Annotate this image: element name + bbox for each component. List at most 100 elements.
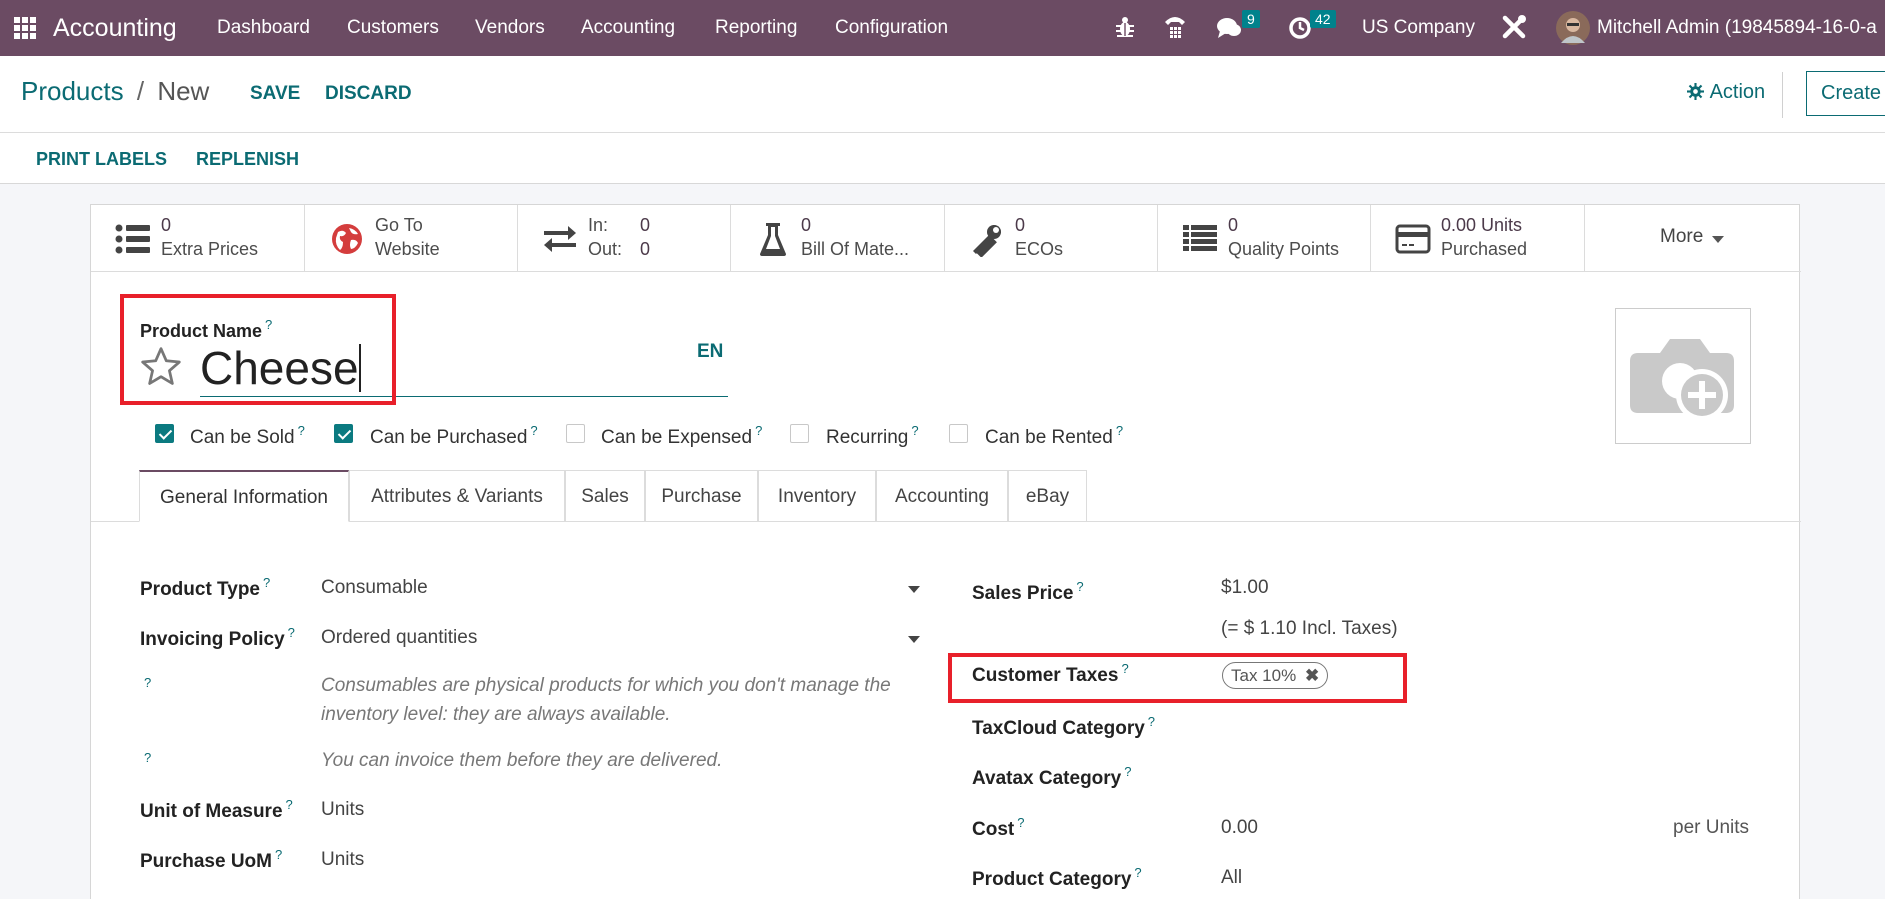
can-be-rented-label: Can be Rented? — [985, 423, 1124, 448]
save-button[interactable]: SAVE — [250, 83, 300, 105]
product-image-upload[interactable] — [1615, 308, 1751, 444]
more-dropdown[interactable]: More — [1585, 205, 1801, 272]
highlight-box-customer-taxes — [948, 653, 1407, 703]
messages-icon[interactable] — [1216, 16, 1242, 40]
invoicing-policy-select[interactable]: Ordered quantities — [321, 627, 921, 653]
flask-icon — [759, 223, 795, 256]
extra-prices-label: Extra Prices — [161, 239, 259, 259]
user-menu-name[interactable]: Mitchell Admin (19845894-16-0-a — [1597, 0, 1877, 56]
extra-prices-button[interactable]: 0 Extra Prices — [91, 205, 305, 272]
app-brand[interactable]: Accounting — [53, 0, 177, 56]
action-label: Action — [1709, 81, 1766, 103]
menu-dashboard[interactable]: Dashboard — [217, 0, 310, 56]
tab-accounting[interactable]: Accounting — [876, 470, 1008, 521]
ecos-label: ECOs — [1015, 239, 1064, 259]
unit-of-measure-field[interactable]: Units — [321, 799, 364, 821]
sales-price-label: Sales Price? — [972, 579, 1084, 604]
go-to-website-button[interactable]: Go To Website — [305, 205, 518, 272]
list-icon — [115, 223, 151, 255]
tab-sales[interactable]: Sales — [565, 470, 645, 521]
quality-points-button[interactable]: 0 Quality Points — [1158, 205, 1371, 272]
out-label: Out: — [588, 239, 623, 259]
create-button[interactable]: Create — [1806, 71, 1885, 116]
debug-bug-icon[interactable] — [1116, 15, 1134, 39]
breadcrumb-products[interactable]: Products — [21, 76, 124, 106]
product-category-field[interactable]: All — [1221, 867, 1242, 889]
product-type-help-line1: Consumables are physical products for wh… — [321, 675, 891, 696]
tab-purchase[interactable]: Purchase — [645, 470, 758, 521]
tab-general-information[interactable]: General Information — [139, 470, 349, 522]
globe-icon — [331, 223, 367, 255]
invoicing-policy-label: Invoicing Policy? — [140, 625, 295, 650]
tab-attributes-variants[interactable]: Attributes & Variants — [349, 470, 565, 521]
unit-of-measure-label: Unit of Measure? — [140, 797, 293, 822]
phone-icon[interactable] — [1163, 14, 1187, 40]
apps-menu-icon[interactable] — [14, 17, 36, 39]
caret-down-icon — [908, 636, 920, 643]
cost-field[interactable]: 0.00 — [1221, 817, 1258, 839]
can-be-sold-label: Can be Sold? — [190, 423, 305, 448]
can-be-sold-checkbox[interactable] — [155, 424, 174, 443]
activities-clock-icon[interactable] — [1288, 16, 1312, 40]
product-type-help-line2: inventory level: they are always availab… — [321, 704, 671, 725]
can-be-purchased-label: Can be Purchased? — [370, 423, 538, 448]
tab-ebay[interactable]: eBay — [1008, 470, 1087, 521]
more-label: More — [1660, 226, 1704, 247]
extra-prices-count: 0 — [161, 215, 172, 235]
tab-inventory[interactable]: Inventory — [758, 470, 876, 521]
in-out-button[interactable]: In: 0 Out: 0 — [518, 205, 731, 272]
top-navbar: Accounting Dashboard Customers Vendors A… — [0, 0, 1885, 56]
language-button[interactable]: EN — [697, 341, 723, 363]
user-avatar[interactable] — [1556, 11, 1590, 45]
in-count: 0 — [640, 215, 651, 235]
can-be-expensed-checkbox[interactable] — [566, 424, 585, 443]
product-type-label: Product Type? — [140, 575, 271, 600]
replenish-button[interactable]: REPLENISH — [196, 149, 299, 170]
can-be-purchased-checkbox[interactable] — [334, 424, 353, 443]
purchase-uom-field[interactable]: Units — [321, 849, 364, 871]
print-labels-button[interactable]: PRINT LABELS — [36, 149, 167, 170]
purchased-count: 0.00 Units — [1441, 215, 1523, 235]
company-switcher[interactable]: US Company — [1362, 0, 1475, 56]
out-count: 0 — [640, 239, 651, 259]
avatax-category-field[interactable] — [1221, 760, 1721, 790]
credit-card-icon — [1395, 223, 1431, 255]
quality-points-label: Quality Points — [1228, 239, 1340, 259]
recurring-checkbox[interactable] — [790, 424, 809, 443]
bom-label: Bill Of Mate... — [801, 239, 910, 259]
cost-unit: per Units — [1673, 817, 1750, 838]
can-be-expensed-label: Can be Expensed? — [601, 423, 763, 448]
recurring-label: Recurring? — [826, 423, 919, 448]
quality-points-count: 0 — [1228, 215, 1239, 235]
activities-count-badge: 42 — [1310, 10, 1336, 28]
help-tooltip[interactable]: ? — [144, 750, 151, 765]
discard-button[interactable]: DISCARD — [325, 83, 412, 105]
action-dropdown[interactable]: Action — [1687, 81, 1765, 106]
caret-down-icon — [908, 586, 920, 593]
smart-buttons-box: 0 Extra Prices Go To Website In: 0 Out: … — [91, 205, 1801, 272]
sales-price-field[interactable]: $1.00 — [1221, 577, 1269, 599]
wrench-icon — [969, 223, 1005, 258]
highlight-box-product-name — [120, 294, 396, 405]
settings-tools-icon[interactable] — [1500, 13, 1528, 41]
menu-accounting[interactable]: Accounting — [581, 0, 675, 56]
menu-configuration[interactable]: Configuration — [835, 0, 948, 56]
go-to-label: Go To — [375, 215, 423, 235]
breadcrumb: Products / New — [21, 76, 209, 107]
ecos-button[interactable]: 0 ECOs — [945, 205, 1158, 272]
price-incl-taxes: (= $ 1.10 Incl. Taxes) — [1221, 618, 1398, 639]
menu-reporting[interactable]: Reporting — [715, 0, 797, 56]
menu-vendors[interactable]: Vendors — [475, 0, 545, 56]
control-panel: Products / New SAVE DISCARD Action Creat… — [0, 56, 1885, 184]
bill-of-materials-button[interactable]: 0 Bill Of Mate... — [731, 205, 945, 272]
purchased-button[interactable]: 0.00 Units Purchased — [1371, 205, 1585, 272]
can-be-rented-checkbox[interactable] — [949, 424, 968, 443]
website-label: Website — [375, 239, 440, 259]
menu-customers[interactable]: Customers — [347, 0, 439, 56]
ecos-count: 0 — [1015, 215, 1026, 235]
taxcloud-category-field[interactable] — [1221, 710, 1721, 740]
product-category-label: Product Category? — [972, 865, 1142, 890]
camera-plus-icon — [1630, 339, 1734, 421]
product-type-select[interactable]: Consumable — [321, 577, 921, 603]
help-tooltip[interactable]: ? — [144, 675, 151, 690]
